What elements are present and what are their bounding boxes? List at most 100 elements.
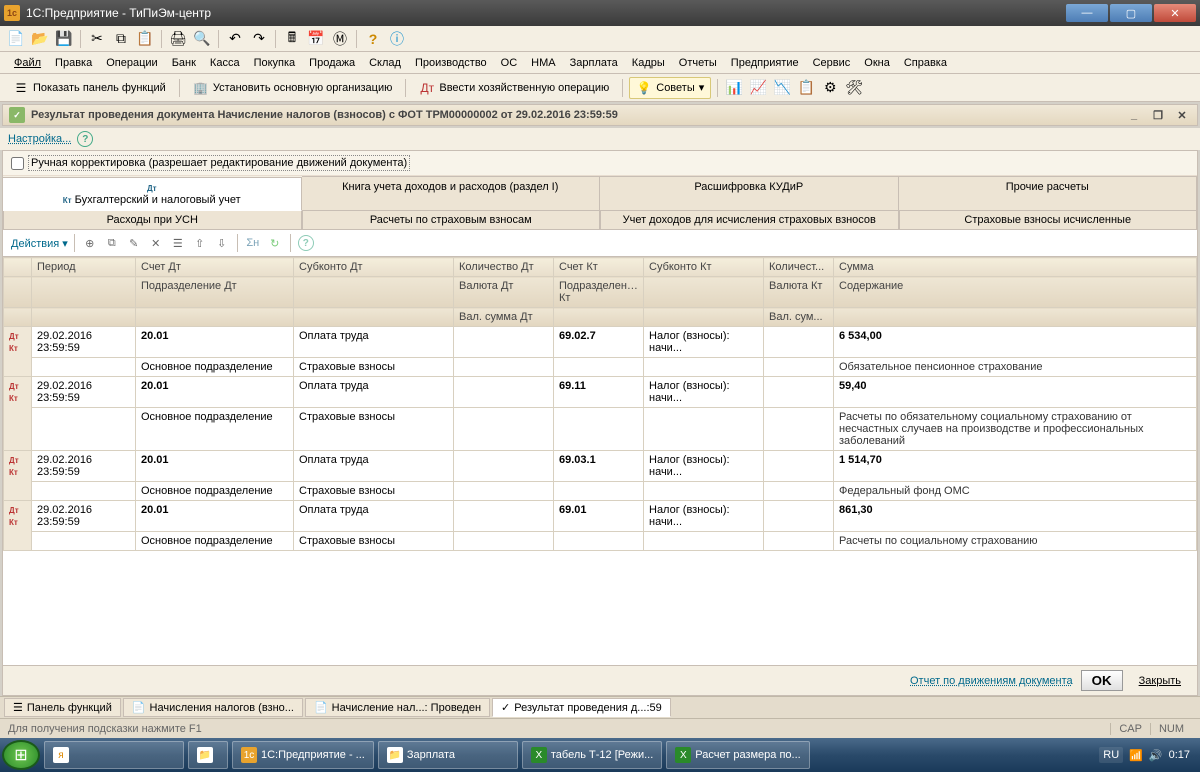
add-icon[interactable]: ⊕ <box>81 234 99 252</box>
redo-icon[interactable]: ↷ <box>249 29 269 49</box>
col-curr-kt[interactable]: Валюта Кт <box>764 277 834 308</box>
find-icon[interactable]: 🔍 <box>192 29 212 49</box>
menu-reports[interactable]: Отчеты <box>673 54 723 72</box>
tb-ic4[interactable]: 📋 <box>796 78 816 98</box>
refresh-icon[interactable]: ↻ <box>266 234 284 252</box>
open-icon[interactable]: 📂 <box>30 29 50 49</box>
col-valsum-dt[interactable]: Вал. сумма Дт <box>454 308 554 327</box>
sum-icon[interactable]: Σн <box>244 234 262 252</box>
tb-ic3[interactable]: 📉 <box>772 78 792 98</box>
help-icon[interactable]: ? <box>363 29 383 49</box>
menu-warehouse[interactable]: Склад <box>363 54 407 72</box>
show-panel-button[interactable]: ☰Показать панель функций <box>6 77 173 99</box>
close-link[interactable]: Закрыть <box>1131 673 1189 689</box>
menu-production[interactable]: Производство <box>409 54 493 72</box>
doc-close-button[interactable]: ✕ <box>1173 107 1191 123</box>
col-valsum-kt[interactable]: Вал. сум... <box>764 308 834 327</box>
paste-icon[interactable]: 📋 <box>135 29 155 49</box>
menu-kadry[interactable]: Кадры <box>626 54 671 72</box>
table-row[interactable]: ДтКт 29.02.201623:59:59 20.01 Оплата тру… <box>4 501 1197 532</box>
taskbar-item[interactable]: XРасчет размера по... <box>666 741 809 769</box>
tb-ic2[interactable]: 📈 <box>748 78 768 98</box>
col-dept-kt[interactable]: Подразделение Кт <box>554 277 644 308</box>
cut-icon[interactable]: ✂ <box>87 29 107 49</box>
col-sub-kt[interactable]: Субконто Кт <box>644 258 764 277</box>
save-icon[interactable]: 💾 <box>54 29 74 49</box>
wtab-calc[interactable]: 📄 Начисления налогов (взно... <box>123 698 303 717</box>
table-row[interactable]: Основное подразделениеСтраховые взносыФе… <box>4 482 1197 501</box>
subtab-income[interactable]: Учет доходов для исчисления страховых вз… <box>600 211 899 230</box>
actions-dropdown[interactable]: Действия ▾ <box>11 237 68 250</box>
print-icon[interactable]: 🖨 <box>168 29 188 49</box>
table-row[interactable]: Основное подразделениеСтраховые взносыРа… <box>4 408 1197 451</box>
subtab-usn[interactable]: Расходы при УСН <box>3 211 302 230</box>
tab-kudir[interactable]: Расшифровка КУДиР <box>600 176 899 210</box>
tab-book[interactable]: Книга учета доходов и расходов (раздел I… <box>302 176 601 210</box>
new-icon[interactable]: 📄 <box>6 29 26 49</box>
table-row[interactable]: ДтКт 29.02.201623:59:59 20.01 Оплата тру… <box>4 327 1197 358</box>
down-icon[interactable]: ⇩ <box>213 234 231 252</box>
menu-bank[interactable]: Банк <box>166 54 202 72</box>
enter-op-button[interactable]: ДтВвести хозяйственную операцию <box>412 77 616 99</box>
table-row[interactable]: ДтКт 29.02.201623:59:59 20.01 Оплата тру… <box>4 377 1197 408</box>
col-dept-dt[interactable]: Подразделение Дт <box>136 277 294 308</box>
undo-icon[interactable]: ↶ <box>225 29 245 49</box>
up-icon[interactable]: ⇧ <box>191 234 209 252</box>
minimize-button[interactable]: ― <box>1066 4 1108 22</box>
menu-help[interactable]: Справка <box>898 54 953 72</box>
menu-kassa[interactable]: Касса <box>204 54 246 72</box>
col-amount[interactable]: Сумма <box>834 258 1197 277</box>
wtab-panel[interactable]: ☰ Панель функций <box>4 698 121 717</box>
tb-ic1[interactable]: 📊 <box>724 78 744 98</box>
table-row[interactable]: ДтКт 29.02.201623:59:59 20.01 Оплата тру… <box>4 451 1197 482</box>
close-button[interactable]: ✕ <box>1154 4 1196 22</box>
wtab-doc[interactable]: 📄 Начисление нал...: Проведен <box>305 698 490 717</box>
taskbar-item[interactable]: 1c1С:Предприятие - ... <box>232 741 374 769</box>
table-row[interactable]: Основное подразделениеСтраховые взносыРа… <box>4 532 1197 551</box>
tray-time[interactable]: 0:17 <box>1169 749 1190 761</box>
settings-link[interactable]: Настройка... <box>8 133 71 145</box>
tab-other[interactable]: Прочие расчеты <box>899 176 1198 210</box>
menu-enterprise[interactable]: Предприятие <box>725 54 805 72</box>
menu-service[interactable]: Сервис <box>807 54 857 72</box>
taskbar-item[interactable]: я <box>44 741 184 769</box>
menu-edit[interactable]: Правка <box>49 54 98 72</box>
menu-purchase[interactable]: Покупка <box>248 54 302 72</box>
copy-row-icon[interactable]: ⧉ <box>103 234 121 252</box>
col-acc-kt[interactable]: Счет Кт <box>554 258 644 277</box>
grid-help-icon[interactable]: ? <box>297 234 315 252</box>
report-link[interactable]: Отчет по движениям документа <box>910 675 1073 687</box>
doc-minimize-button[interactable]: _ <box>1125 107 1143 123</box>
manual-edit-checkbox[interactable] <box>11 157 24 170</box>
tb-ic5[interactable]: ⚙ <box>820 78 840 98</box>
col-period[interactable]: Период <box>32 258 136 277</box>
doc-restore-button[interactable]: ❐ <box>1149 107 1167 123</box>
menu-operations[interactable]: Операции <box>100 54 163 72</box>
tray-net-icon[interactable]: 📶 <box>1129 749 1143 762</box>
calendar-icon[interactable]: 📅 <box>306 29 326 49</box>
col-qty-kt[interactable]: Количест... <box>764 258 834 277</box>
data-grid[interactable]: Период Счет Дт Субконто Дт Количество Дт… <box>3 257 1197 665</box>
tray-vol-icon[interactable]: 🔊 <box>1149 749 1163 762</box>
menu-os[interactable]: ОС <box>495 54 524 72</box>
menu-nma[interactable]: НМА <box>525 54 561 72</box>
col-acc-dt[interactable]: Счет Дт <box>136 258 294 277</box>
info-icon[interactable]: ⓘ <box>387 29 407 49</box>
taskbar-item[interactable]: 📁Зарплата <box>378 741 518 769</box>
tray-lang[interactable]: RU <box>1099 747 1123 763</box>
table-row[interactable]: Основное подразделениеСтраховые взносыОб… <box>4 358 1197 377</box>
advice-button[interactable]: 💡Советы ▾ <box>629 77 711 99</box>
subtab-calculated[interactable]: Страховые взносы исчисленные <box>899 211 1198 230</box>
maximize-button[interactable]: ▢ <box>1110 4 1152 22</box>
col-sub-dt[interactable]: Субконто Дт <box>294 258 454 277</box>
wtab-result[interactable]: ✓ Результат проведения д...:59 <box>492 698 671 717</box>
delete-icon[interactable]: ✕ <box>147 234 165 252</box>
calc-icon[interactable]: 🖩 <box>282 29 302 49</box>
mail-icon[interactable]: Ⓜ <box>330 29 350 49</box>
menu-windows[interactable]: Окна <box>858 54 896 72</box>
tb-ic6[interactable]: 🛠 <box>844 78 864 98</box>
menu-file[interactable]: Файл <box>8 54 47 72</box>
taskbar-item[interactable]: Xтабель Т-12 [Режи... <box>522 741 662 769</box>
ok-button[interactable]: OK <box>1081 670 1123 691</box>
taskbar-item[interactable]: 📁 <box>188 741 228 769</box>
